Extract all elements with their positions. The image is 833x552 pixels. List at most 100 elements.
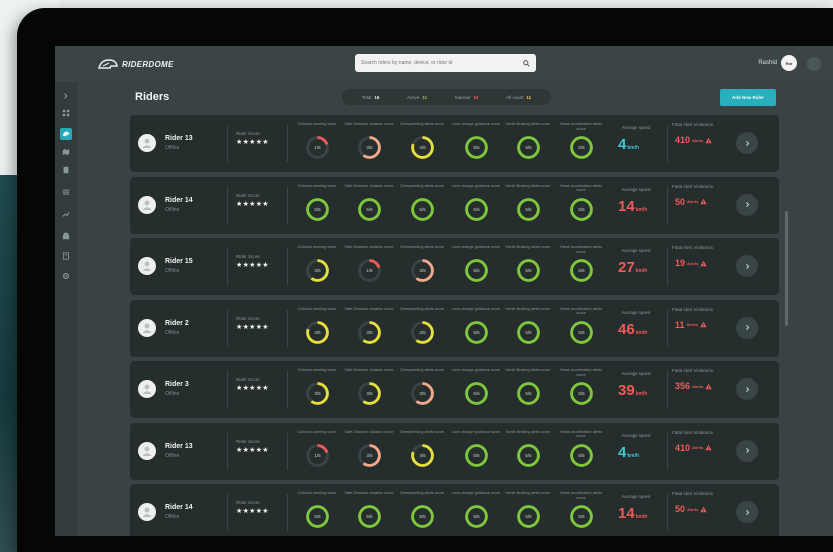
row-divider [667, 248, 668, 285]
filter-tab[interactable]: All count 11 [506, 95, 531, 100]
metric-6: Harsh acceleration alerts score 5/5 [556, 184, 606, 223]
search-input[interactable] [361, 60, 523, 66]
rider-row[interactable]: Rider 2 Offline Rider Score ★★★★★ Collision … [130, 299, 779, 357]
view-rider-button[interactable] [736, 316, 758, 339]
view-rider-button[interactable] [736, 255, 758, 277]
gauge-value: 5/5 [473, 514, 480, 519]
average-speed: 39km/h [618, 382, 647, 399]
metric-2: Safe Distance violation score 3/5 [344, 368, 394, 407]
speed-unit: km/h [627, 145, 640, 151]
score-gauge: 3/5 [357, 443, 381, 467]
view-rider-button[interactable] [736, 132, 758, 154]
filter-tab[interactable]: Active 11 [407, 95, 427, 100]
sidebar-item-rider[interactable] [60, 128, 72, 140]
metric-1: Collision warning score 3/5 [292, 245, 342, 284]
warning-icon [700, 260, 708, 266]
rider-avatar [138, 380, 156, 398]
rider-status: Offline [165, 391, 180, 397]
rider-row[interactable]: Rider 14 Offline Rider Score ★★★★★ Collision… [130, 176, 779, 234]
sidebar-item-map[interactable] [60, 146, 72, 158]
rider-name: Rider 15 [165, 258, 193, 265]
rider-name: Rider 14 [165, 196, 193, 204]
rating-stars: ★★★★★ [236, 262, 269, 269]
gauge-value: 5/5 [473, 268, 480, 273]
chevron-right-icon [745, 263, 749, 269]
score-gauge: 5/5 [569, 382, 593, 405]
view-rider-button[interactable] [736, 439, 758, 462]
metric-5: Harsh Braking alerts score 5/5 [503, 122, 553, 161]
score-gauge: 3/5 [410, 320, 434, 344]
score-gauge: 3/5 [357, 136, 381, 159]
brand-logo[interactable]: RIDERDOME [97, 56, 174, 72]
alert-label: Fatal Alert Violations [672, 306, 713, 312]
row-divider [667, 125, 668, 162]
sidebar-item-shop[interactable] [60, 230, 72, 242]
filter-count: 11 [526, 94, 532, 100]
sidebar-item-chart[interactable] [60, 208, 72, 220]
metric-2: Safe Distance violation score 5/5 [344, 184, 394, 223]
score-gauge: 5/5 [357, 505, 381, 528]
row-divider [287, 248, 288, 285]
rider-avatar [138, 257, 156, 275]
sidebar-item-grid[interactable] [60, 107, 72, 119]
search-box[interactable] [355, 54, 536, 72]
alert-count: 410 [675, 135, 691, 145]
score-gauge: 3/5 [410, 259, 434, 282]
speed-number: 27 [618, 259, 635, 276]
view-rider-button[interactable] [736, 378, 758, 400]
metric-label: Overspeeding alerts score [399, 429, 445, 434]
metric-3: Overspeeding alerts score 3/5 [397, 245, 447, 284]
gauge-value: 1/5 [314, 145, 321, 150]
score-gauge: 1/5 [305, 136, 329, 159]
rider-row[interactable]: Rider 13 Offline Rider Score ★★★★★ Collision… [130, 115, 779, 172]
search-icon[interactable] [523, 59, 530, 67]
row-divider [227, 371, 228, 408]
chart-icon [62, 212, 70, 217]
row-divider [287, 371, 288, 408]
add-rider-button[interactable]: Add New Rider [720, 89, 776, 106]
rider-row[interactable]: Rider 3 Offline Rider Score ★★★★★ Collision … [130, 361, 779, 418]
speed-number: 4 [618, 443, 627, 461]
sidebar-item-arrow[interactable] [60, 90, 72, 102]
metric-label: Harsh acceleration alerts score [560, 245, 602, 254]
warning-icon [700, 321, 707, 328]
options-menu-button[interactable] [807, 57, 821, 71]
rider-name: Rider 2 [165, 319, 189, 327]
sidebar-item-report[interactable] [60, 250, 72, 262]
metric-1: Collision warning score 5/5 [292, 184, 342, 223]
filter-tab[interactable]: Inactive 16 [455, 95, 479, 100]
gauge-value: 4/5 [314, 330, 321, 335]
metric-label: Lane change guidance score [451, 491, 501, 495]
metric-3: Overspeeding alerts score 5/5 [397, 184, 447, 223]
metric-label: Overspeeding alerts score [399, 368, 445, 372]
metric-4: Lane change guidance score 5/5 [451, 368, 501, 407]
user-name: Rashid [758, 60, 777, 66]
sidebar-item-settings[interactable] [60, 270, 72, 282]
scrollbar[interactable] [785, 211, 788, 326]
filter-tab[interactable]: Total 16 [362, 95, 380, 100]
view-rider-button[interactable] [736, 501, 758, 523]
warning-icon [705, 444, 713, 451]
rating-stars: ★★★★★ [236, 323, 269, 331]
user-avatar[interactable]: Rdr [781, 55, 797, 71]
row-divider [667, 371, 668, 408]
rider-row[interactable]: Rider 13 Offline Rider Score ★★★★★ Collision… [130, 422, 779, 480]
metric-2: Safe Distance violation score 3/5 [344, 307, 394, 346]
score-gauge: 5/5 [569, 443, 593, 467]
fatal-alerts: 50 Alerts [675, 504, 708, 514]
sidebar-item-list[interactable] [60, 186, 72, 198]
rider-row[interactable]: Rider 14 Offline Rider Score ★★★★★ Collision… [130, 484, 779, 536]
rider-row[interactable]: Rider 15 Offline Rider Score ★★★★★ Collision… [130, 238, 779, 295]
sidebar-item-document[interactable] [60, 164, 72, 176]
metric-label: Lane change guidance score [451, 245, 501, 249]
alert-count: 356 [675, 381, 691, 391]
gauge-value: 5/5 [578, 391, 585, 396]
user-profile[interactable]: Rashid Rdr [758, 55, 797, 71]
speed-unit: km/h [635, 329, 648, 336]
metric-label: Lane change guidance score [451, 306, 501, 311]
score-gauge: 5/5 [569, 505, 593, 528]
speed-label: Average speed [621, 432, 651, 438]
warning-icon [700, 506, 708, 512]
view-rider-button[interactable] [736, 193, 758, 216]
metric-label: Collision warning score [297, 245, 337, 249]
